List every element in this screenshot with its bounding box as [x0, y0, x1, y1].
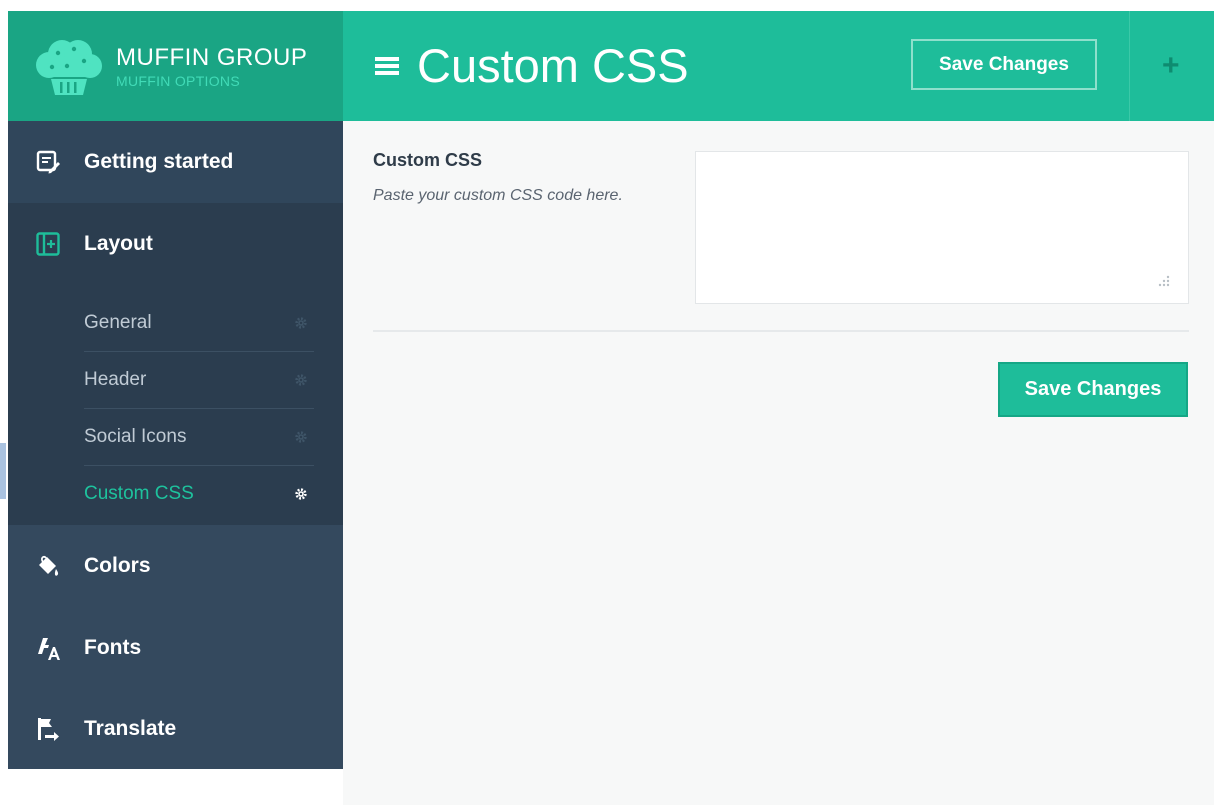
- brand-title: MUFFIN GROUP: [116, 44, 308, 71]
- page-title: Custom CSS: [417, 39, 689, 92]
- sidebar-subitem-social-icons[interactable]: Social Icons: [84, 409, 314, 466]
- sidebar-item-fonts[interactable]: Fonts: [8, 607, 343, 689]
- custom-css-textarea[interactable]: [695, 151, 1189, 304]
- brand-subtitle: MUFFIN OPTIONS: [116, 73, 240, 89]
- sidebar-subitem-label: Social Icons: [84, 426, 187, 447]
- gear-icon: [295, 431, 307, 443]
- sidebar-item-layout[interactable]: Layout: [8, 203, 343, 285]
- sidebar-item-label: Translate: [84, 717, 177, 740]
- sidebar-subitem-label: Custom CSS: [84, 483, 194, 504]
- sidebar-subitem-general[interactable]: General: [84, 295, 314, 352]
- flag-icon: [38, 718, 59, 741]
- gear-icon: [295, 488, 307, 500]
- sidebar-subitem-custom-css[interactable]: Custom CSS: [84, 466, 314, 522]
- edit-document-icon: [36, 150, 60, 174]
- sidebar-item-label: Layout: [84, 232, 153, 255]
- sidebar-subitem-label: General: [84, 312, 152, 333]
- sidebar-item-label: Getting started: [84, 150, 234, 173]
- brand-logo[interactable]: MUFFIN GROUP MUFFIN OPTIONS: [8, 11, 343, 121]
- plus-icon[interactable]: +: [1162, 51, 1180, 81]
- paint-bucket-icon: [39, 555, 59, 576]
- sidebar-subitem-header[interactable]: Header: [84, 352, 314, 409]
- sidebar-item-label: Colors: [84, 554, 151, 577]
- resize-handle-icon[interactable]: [1151, 271, 1171, 291]
- divider: [373, 330, 1189, 332]
- layout-plus-icon: [36, 232, 60, 256]
- save-changes-button[interactable]: Save Changes: [998, 362, 1188, 417]
- top-bar: Custom CSS Save Changes +: [343, 11, 1214, 121]
- active-indicator: [0, 443, 6, 499]
- muffin-icon: [36, 40, 102, 95]
- sidebar-item-label: Fonts: [84, 636, 142, 659]
- field-title: Custom CSS: [373, 150, 483, 170]
- font-icon: [38, 638, 60, 660]
- sidebar-section-layout: Layout General Header Social Icons Custo…: [8, 203, 343, 525]
- save-changes-button[interactable]: Save Changes: [911, 39, 1097, 90]
- sidebar-item-translate[interactable]: Translate: [8, 689, 343, 769]
- sidebar-item-colors[interactable]: Colors: [8, 525, 343, 607]
- main-content: Custom CSS Paste your custom CSS code he…: [343, 121, 1214, 805]
- field-description: Paste your custom CSS code here.: [373, 187, 623, 204]
- sidebar: MUFFIN GROUP MUFFIN OPTIONS Getting star…: [8, 11, 343, 769]
- sidebar-item-getting-started[interactable]: Getting started: [8, 121, 343, 203]
- hamburger-icon[interactable]: [375, 57, 399, 75]
- sidebar-subitem-label: Header: [84, 369, 147, 390]
- gear-icon: [295, 317, 307, 329]
- gear-icon: [295, 374, 307, 386]
- divider: [1129, 11, 1130, 121]
